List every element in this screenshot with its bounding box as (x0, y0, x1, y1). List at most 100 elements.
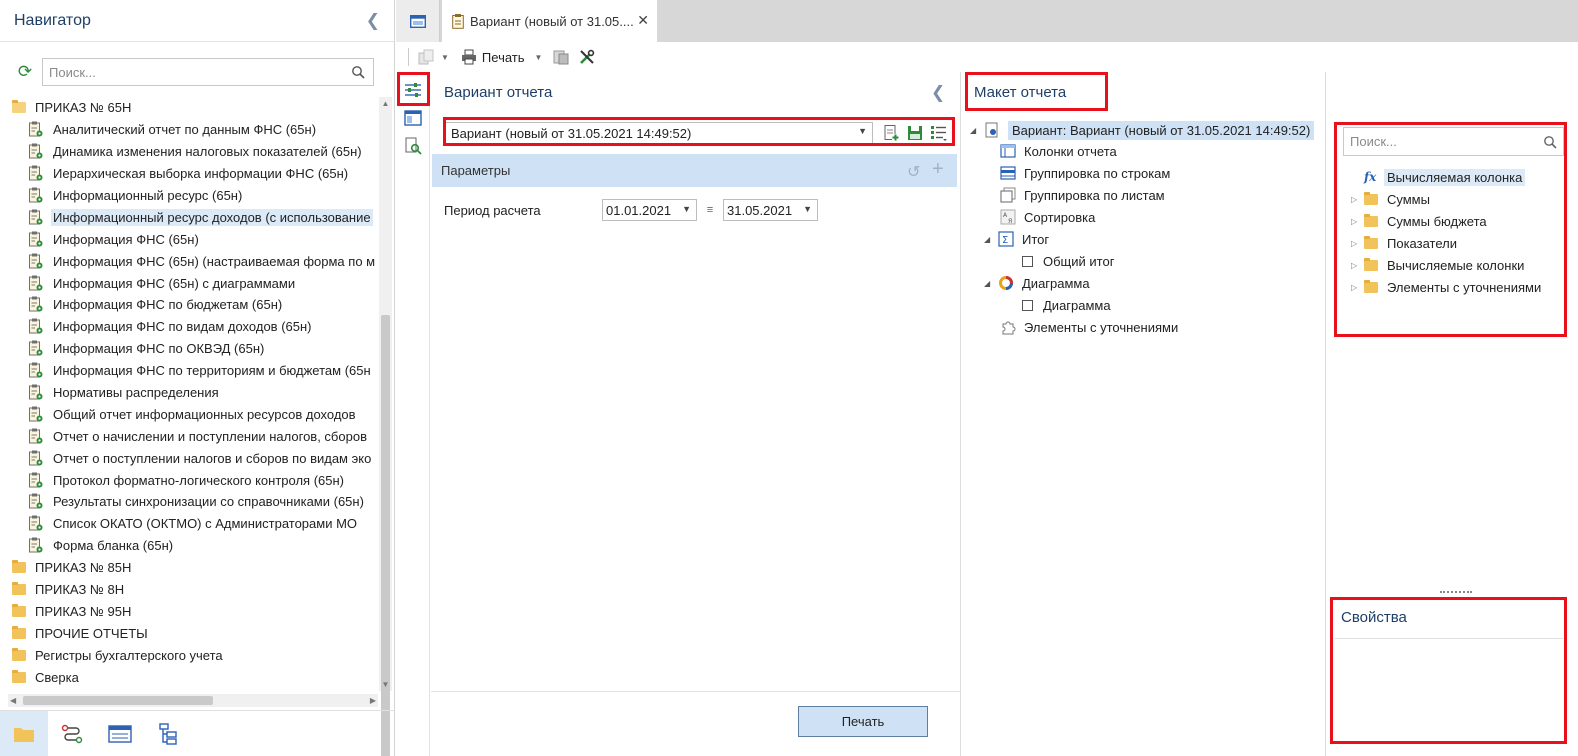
tab-report-variant[interactable]: Вариант (новый от 31.05.... ✕ (442, 0, 657, 42)
chart-checkbox[interactable] (1022, 299, 1033, 311)
splitter-handle[interactable] (1440, 591, 1472, 594)
tree-report-item[interactable]: Динамика изменения налоговых показателей… (0, 141, 378, 163)
navigator-search-box[interactable] (42, 58, 374, 86)
refresh-icon[interactable]: ⟳ (16, 63, 34, 81)
preview-search-icon[interactable] (403, 136, 423, 156)
grand-total-checkbox[interactable] (1022, 255, 1033, 267)
layout-item-row-grouping[interactable]: Группировка по строкам (1000, 162, 1170, 184)
search-icon[interactable] (1543, 135, 1557, 149)
tree-report-item[interactable]: Иерархическая выборка информации ФНС (65… (0, 163, 378, 185)
expanded-arrow-icon[interactable]: ◢ (984, 279, 994, 288)
layout-item-sorting[interactable]: AЯ Сортировка (1000, 206, 1095, 228)
field-folder[interactable]: ▷ Элементы с уточнениями (1351, 276, 1541, 298)
expanded-arrow-icon[interactable]: ◢ (970, 126, 980, 135)
chevron-down-icon[interactable]: ▼ (682, 204, 691, 214)
print-button[interactable]: Печать (798, 706, 928, 737)
layout-item-grand-total[interactable]: Общий итог (1022, 250, 1114, 272)
tree-folder[interactable]: ПРИКАЗ № 65Н (0, 97, 378, 119)
variant-list-icon[interactable] (930, 124, 948, 142)
navigator-vertical-scrollbar[interactable]: ▲ ▼ (379, 97, 392, 756)
expand-arrow-icon[interactable]: ▷ (1351, 195, 1361, 204)
add-icon[interactable]: + (932, 158, 944, 181)
expand-arrow-icon[interactable]: ▷ (1351, 217, 1361, 226)
tree-report-item[interactable]: Общий отчет информационных ресурсов дохо… (0, 403, 378, 425)
layout-item-columns[interactable]: Колонки отчета (1000, 140, 1117, 162)
scroll-down-icon[interactable]: ▼ (379, 678, 392, 691)
collapse-navigator-icon[interactable]: ❮ (366, 11, 380, 31)
layout-item-chart-group[interactable]: ◢ Диаграмма (984, 272, 1090, 294)
tree-folder[interactable]: Регистры бухгалтерского учета (0, 644, 378, 666)
footer-workflow-button[interactable] (48, 711, 96, 756)
tree-folder[interactable]: ПРИКАЗ № 95Н (0, 600, 378, 622)
scroll-right-icon[interactable]: ▶ (370, 694, 376, 707)
field-folder[interactable]: ▷ Суммы (1351, 188, 1430, 210)
field-folder[interactable]: ▷ Показатели (1351, 232, 1457, 254)
layout-root-item[interactable]: ◢ Вариант: Вариант (новый от 31.05.2021 … (970, 119, 1315, 141)
tree-report-item[interactable]: Информационный ресурс (65н) (0, 185, 378, 207)
new-variant-icon[interactable] (882, 124, 900, 142)
tree-folder[interactable]: ПРИКАЗ № 85Н (0, 557, 378, 579)
tree-report-item[interactable]: Информация ФНС (65н) (0, 228, 378, 250)
tree-report-item[interactable]: Отчет о поступлении налогов и сборов по … (0, 447, 378, 469)
fields-search-input[interactable] (1350, 134, 1530, 149)
expand-arrow-icon[interactable]: ▷ (1351, 283, 1361, 292)
navigator-horizontal-scrollbar[interactable]: ◀ ▶ (8, 694, 378, 707)
print-menu-button[interactable]: Печать (461, 49, 525, 65)
field-item-calculated[interactable]: fx Вычисляемая колонка (1351, 166, 1526, 188)
chevron-down-icon[interactable]: ▼ (535, 53, 543, 62)
tree-report-item[interactable]: Список ОКАТО (ОКТМО) с Администраторами … (0, 513, 378, 535)
footer-hierarchy-button[interactable] (144, 711, 192, 756)
scroll-up-icon[interactable]: ▲ (379, 97, 392, 110)
tree-report-item[interactable]: Информационный ресурс доходов (с использ… (0, 206, 378, 228)
footer-folders-button[interactable] (0, 710, 48, 756)
field-folder[interactable]: ▷ Вычисляемые колонки (1351, 254, 1524, 276)
tree-report-item[interactable]: Результаты синхронизации со справочникам… (0, 491, 378, 513)
tree-report-item[interactable]: Информация ФНС по территориям и бюджетам… (0, 360, 378, 382)
tree-report-item[interactable]: Аналитический отчет по данным ФНС (65н) (0, 119, 378, 141)
expanded-arrow-icon[interactable]: ◢ (984, 235, 994, 244)
report-gear-icon (29, 450, 43, 466)
tree-report-item[interactable]: Информация ФНС (65н) (настраиваемая форм… (0, 250, 378, 272)
chevron-down-icon[interactable]: ▼ (858, 126, 867, 136)
layout-item-refinements[interactable]: Элементы с уточнениями (1000, 316, 1178, 338)
layout-item-sheet-grouping[interactable]: Группировка по листам (1000, 184, 1165, 206)
copy-disabled-icon[interactable] (417, 48, 435, 66)
date-range-icon[interactable]: ≡ (703, 204, 717, 216)
scroll-left-icon[interactable]: ◀ (10, 694, 16, 707)
reset-icon[interactable]: ↺ (907, 162, 920, 182)
search-icon[interactable] (351, 65, 365, 79)
tools-icon[interactable] (578, 48, 596, 66)
fields-search-box[interactable] (1343, 127, 1564, 156)
tree-report-item[interactable]: Протокол форматно-логического контроля (… (0, 469, 378, 491)
layout-item-total[interactable]: ◢ Σ Итог (984, 228, 1049, 250)
footer-forms-button[interactable] (96, 711, 144, 756)
field-folder[interactable]: ▷ Суммы бюджета (1351, 210, 1487, 232)
expand-arrow-icon[interactable]: ▷ (1351, 239, 1361, 248)
expand-arrow-icon[interactable]: ▷ (1351, 261, 1361, 270)
tree-report-item[interactable]: Форма бланка (65н) (0, 535, 378, 557)
tab-home[interactable] (396, 0, 440, 42)
chevron-down-icon[interactable]: ▼ (441, 53, 449, 62)
navigator-search-input[interactable] (49, 64, 339, 80)
tree-folder[interactable]: ПРОЧИЕ ОТЧЕТЫ (0, 622, 378, 644)
variant-select[interactable]: Вариант (новый от 31.05.2021 14:49:52) ▼ (445, 122, 873, 144)
collapse-panel-icon[interactable]: ❮ (931, 83, 945, 103)
tree-report-item[interactable]: Информация ФНС по видам доходов (65н) (0, 316, 378, 338)
tree-report-item[interactable]: Нормативы распределения (0, 382, 378, 404)
chevron-down-icon[interactable]: ▼ (803, 204, 812, 214)
scrollbar-thumb[interactable] (23, 696, 213, 705)
date-from-field[interactable]: 01.01.2021 ▼ (602, 199, 697, 221)
tree-folder[interactable]: ПРИКАЗ № 8Н (0, 579, 378, 601)
tree-report-item[interactable]: Информация ФНС (65н) с диаграммами (0, 272, 378, 294)
tree-report-item[interactable]: Информация ФНС по ОКВЭД (65н) (0, 338, 378, 360)
date-to-field[interactable]: 31.05.2021 ▼ (723, 199, 818, 221)
save-icon[interactable] (906, 124, 924, 142)
close-icon[interactable]: ✕ (637, 12, 649, 29)
export-icon[interactable] (552, 48, 570, 66)
settings-sliders-icon[interactable] (403, 80, 423, 100)
tree-report-item[interactable]: Отчет о начислении и поступлении налогов… (0, 425, 378, 447)
tree-folder[interactable]: Сверка (0, 666, 378, 688)
tree-report-item[interactable]: Информация ФНС по бюджетам (65н) (0, 294, 378, 316)
layout-view-icon[interactable] (403, 108, 423, 128)
layout-item-chart[interactable]: Диаграмма (1022, 294, 1111, 316)
